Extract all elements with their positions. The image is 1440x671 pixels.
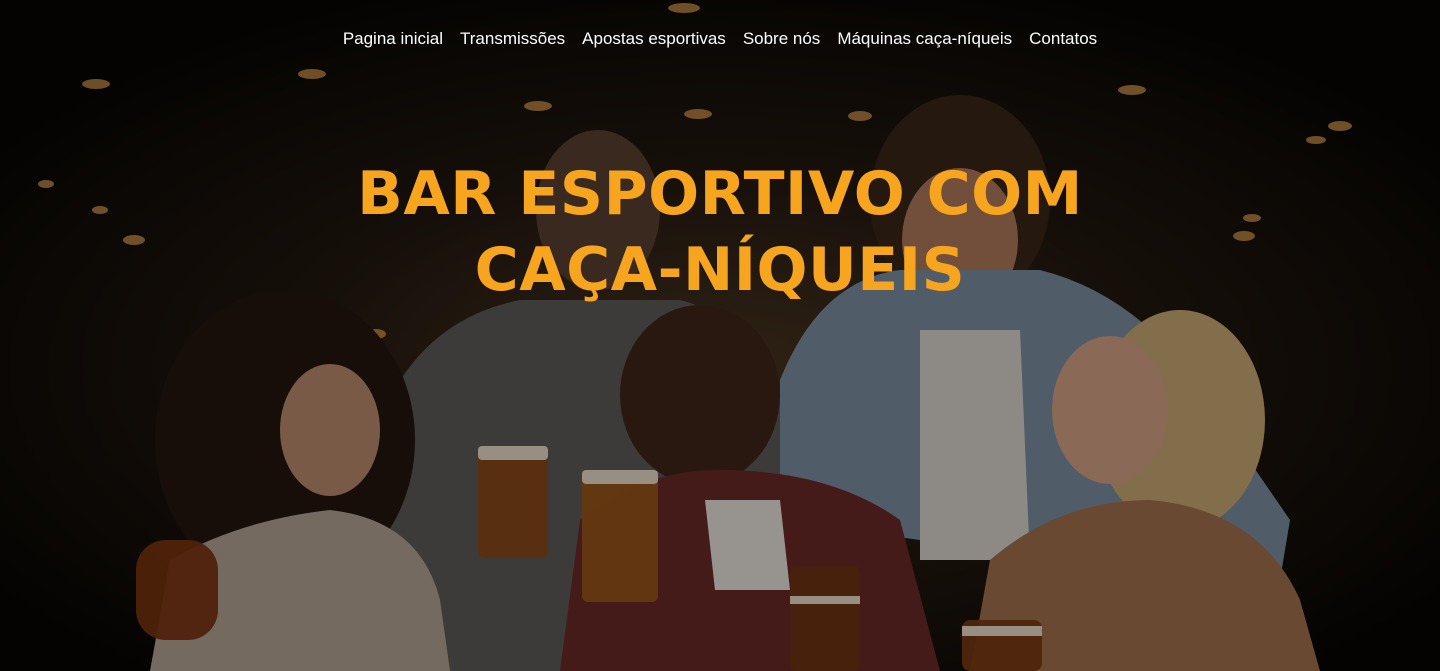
- hero-title: BAR ESPORTIVO COM CAÇA-NÍQUEIS: [0, 156, 1440, 308]
- hero-dark-overlay: [0, 0, 1440, 671]
- nav-link-contacts[interactable]: Contatos: [1029, 28, 1097, 50]
- hero-title-line-1: BAR ESPORTIVO COM: [357, 159, 1083, 229]
- main-navigation: Pagina inicial Transmissões Apostas espo…: [0, 28, 1440, 50]
- nav-link-about-us[interactable]: Sobre nós: [743, 28, 821, 50]
- nav-link-sports-betting[interactable]: Apostas esportivas: [582, 28, 726, 50]
- nav-link-home[interactable]: Pagina inicial: [343, 28, 443, 50]
- nav-link-slot-machines[interactable]: Máquinas caça-níqueis: [837, 28, 1012, 50]
- hero-section: Pagina inicial Transmissões Apostas espo…: [0, 0, 1440, 671]
- nav-link-broadcasts[interactable]: Transmissões: [460, 28, 565, 50]
- hero-title-line-2: CAÇA-NÍQUEIS: [474, 235, 966, 305]
